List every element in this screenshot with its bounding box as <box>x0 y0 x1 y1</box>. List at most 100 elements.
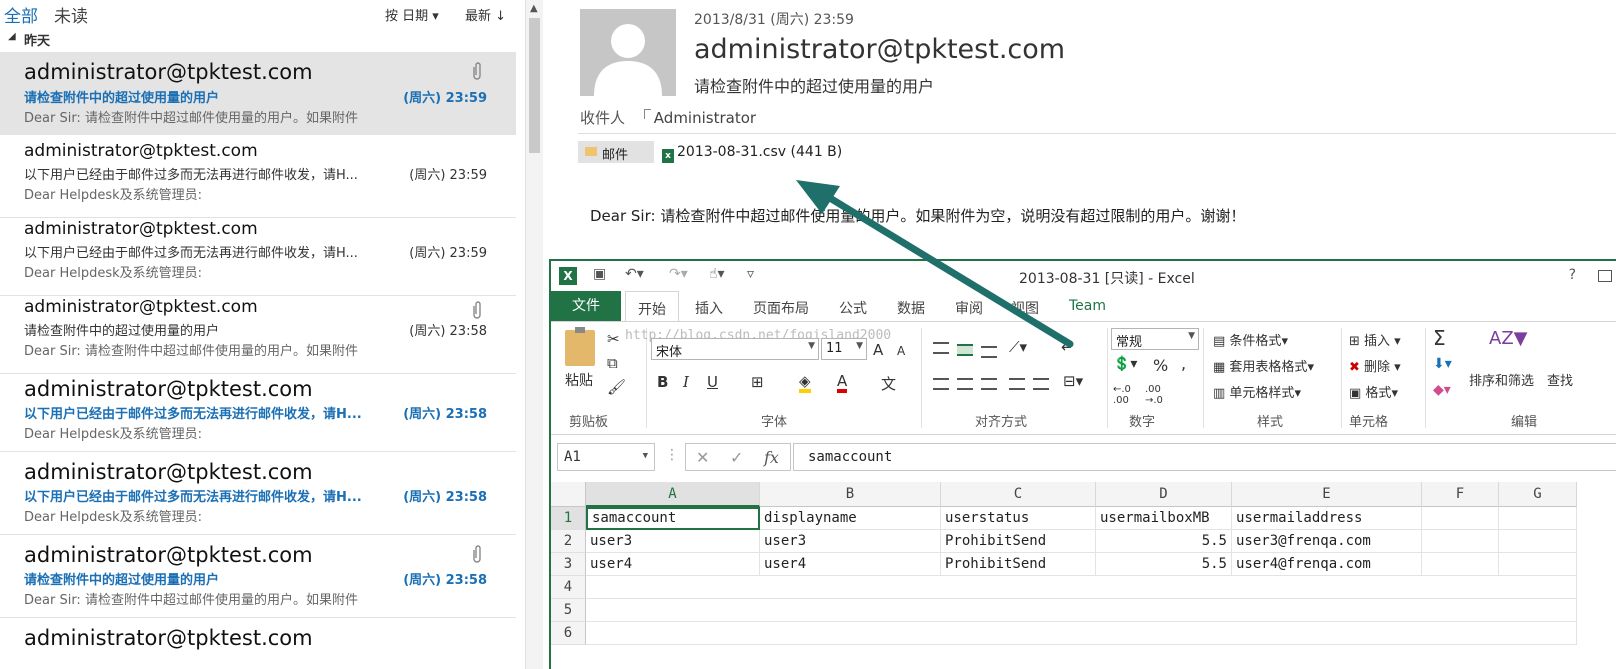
empty-row[interactable] <box>586 599 1577 622</box>
tab-review[interactable]: 审阅 <box>955 298 983 318</box>
accounting-format-icon[interactable]: 💲▾ <box>1113 356 1137 372</box>
center-align-icon[interactable] <box>957 378 973 390</box>
mail-list-item[interactable]: administrator@tpktest.com 请检查附件中的超过使用量的用… <box>0 52 516 135</box>
phonetic-icon[interactable]: 文 <box>881 373 896 394</box>
scroll-up-arrow-icon[interactable]: ▲ <box>530 3 538 14</box>
empty-row[interactable] <box>586 576 1577 599</box>
paste-icon[interactable] <box>565 327 595 366</box>
copy-icon[interactable]: ⧉ <box>607 354 618 372</box>
mail-list-item[interactable]: administrator@tpktest.com 以下用户已经由于邮件过多而无… <box>0 452 516 535</box>
increase-font-icon[interactable]: A <box>873 341 883 359</box>
cell-b2[interactable]: user3 <box>760 530 941 553</box>
decrease-font-icon[interactable]: A <box>897 344 905 358</box>
select-all-corner[interactable] <box>551 482 586 507</box>
autosum-icon[interactable]: Σ <box>1433 326 1446 350</box>
empty-cell[interactable] <box>1499 507 1577 530</box>
sort-order-button[interactable]: 最新 ↓ <box>465 5 506 24</box>
tab-page-layout[interactable]: 页面布局 <box>753 298 809 318</box>
insert-function-icon[interactable]: fx <box>764 448 779 467</box>
row-header[interactable]: 3 <box>551 553 586 576</box>
cell-e2[interactable]: user3@frenqa.com <box>1232 530 1422 553</box>
bold-button[interactable]: B <box>657 373 668 391</box>
empty-row[interactable] <box>586 622 1577 645</box>
find-select-button[interactable]: 查找 <box>1547 370 1573 389</box>
row-header[interactable]: 6 <box>551 622 586 645</box>
fill-down-icon[interactable]: ⬇▾ <box>1433 356 1452 372</box>
increase-decimal-icon[interactable]: ←.0.00 <box>1113 384 1131 406</box>
paste-button[interactable]: 粘贴 <box>565 370 593 390</box>
touch-mode-icon[interactable]: ☝▾ <box>709 266 725 282</box>
cell-d1[interactable]: usermailboxMB <box>1096 507 1232 530</box>
column-header[interactable]: G <box>1499 482 1577 507</box>
message-sender[interactable]: administrator@tpktest.com <box>694 34 1065 65</box>
cell-b1[interactable]: displayname <box>760 507 941 530</box>
left-align-icon[interactable] <box>933 378 949 390</box>
column-header[interactable]: B <box>760 482 941 507</box>
empty-cell[interactable] <box>1499 530 1577 553</box>
mail-list-item[interactable]: administrator@tpktest.com 以下用户已经由于邮件过多而无… <box>0 213 516 296</box>
tab-formulas[interactable]: 公式 <box>839 298 867 318</box>
row-header[interactable]: 1 <box>551 507 586 530</box>
top-align-icon[interactable] <box>933 342 949 354</box>
tab-team[interactable]: Team <box>1069 298 1106 314</box>
mail-list-item[interactable]: administrator@tpktest.com 以下用户已经由于邮件过多而无… <box>0 135 516 218</box>
cell-c3[interactable]: ProhibitSend <box>941 553 1096 576</box>
cell-d3[interactable]: 5.5 <box>1096 553 1232 576</box>
sort-filter-button[interactable]: 排序和筛选 <box>1469 370 1534 389</box>
filter-all-tab[interactable]: 全部 <box>4 2 38 27</box>
right-align-icon[interactable] <box>981 378 997 390</box>
conditional-format-button[interactable]: ▤ 条件格式▾ <box>1213 330 1288 349</box>
merge-center-icon[interactable]: ⊟▾ <box>1063 372 1083 390</box>
format-as-table-button[interactable]: ▦ 套用表格格式▾ <box>1213 356 1314 375</box>
cell-styles-button[interactable]: ▥ 单元格样式▾ <box>1213 382 1301 401</box>
font-size-combo[interactable]: 11 ▼ <box>821 338 867 360</box>
group-header-yesterday[interactable]: ◢ 昨天 <box>0 28 516 50</box>
decrease-decimal-icon[interactable]: .00 →.0 <box>1145 384 1163 406</box>
percent-icon[interactable]: % <box>1153 356 1168 375</box>
formula-input[interactable]: samaccount <box>793 443 1616 471</box>
scroll-thumb[interactable] <box>529 18 540 153</box>
cell-c2[interactable]: ProhibitSend <box>941 530 1096 553</box>
filter-unread-tab[interactable]: 未读 <box>54 2 88 27</box>
format-cells-button[interactable]: ▣ 格式▾ <box>1349 382 1398 401</box>
tab-insert[interactable]: 插入 <box>695 298 723 318</box>
mail-list-item[interactable]: administrator@tpktest.com 以下用户已经由于邮件过多而无… <box>0 369 516 452</box>
orientation-icon[interactable]: ⟋▾ <box>1009 338 1027 356</box>
message-list-scrollbar[interactable]: ▲ <box>525 0 543 669</box>
message-chip[interactable]: 邮件 <box>578 141 654 163</box>
italic-button[interactable]: I <box>683 373 689 391</box>
save-icon[interactable]: ▣ <box>593 266 606 282</box>
comma-icon[interactable]: , <box>1181 354 1186 373</box>
tab-data[interactable]: 数据 <box>897 298 925 318</box>
column-header[interactable]: E <box>1232 482 1422 507</box>
cell-e3[interactable]: user4@frenqa.com <box>1232 553 1422 576</box>
fill-color-icon[interactable]: ◈ <box>799 373 811 393</box>
decrease-indent-icon[interactable] <box>1009 378 1025 390</box>
middle-align-icon[interactable] <box>957 344 973 356</box>
column-header[interactable]: F <box>1422 482 1499 507</box>
cell-e1[interactable]: usermailaddress <box>1232 507 1422 530</box>
tab-view[interactable]: 视图 <box>1011 298 1039 318</box>
name-box[interactable]: A1 ▼ <box>557 443 655 471</box>
mail-list-item[interactable]: administrator@tpktest.com <box>0 618 516 669</box>
format-painter-icon[interactable]: 🖌 <box>607 378 626 396</box>
tab-file[interactable]: 文件 <box>551 291 621 321</box>
delete-cells-button[interactable]: ✖ 删除 ▾ <box>1349 356 1401 375</box>
insert-cells-button[interactable]: ⊞ 插入 ▾ <box>1349 330 1401 349</box>
tab-home[interactable]: 开始 <box>625 291 679 322</box>
cell-b3[interactable]: user4 <box>760 553 941 576</box>
clear-icon[interactable]: ◆▾ <box>1433 382 1451 398</box>
font-color-icon[interactable]: A <box>837 373 848 393</box>
attachment-csv[interactable]: x 2013-08-31.csv (441 B) <box>662 144 842 163</box>
empty-cell[interactable] <box>1422 553 1499 576</box>
wrap-text-icon[interactable]: ↵ <box>1061 338 1074 356</box>
redo-icon[interactable]: ↷▾ <box>669 266 688 282</box>
cancel-icon[interactable]: ✕ <box>696 448 709 467</box>
cell-a2[interactable]: user3 <box>586 530 760 553</box>
sort-filter-icon[interactable]: AZ▼ <box>1489 328 1528 349</box>
underline-button[interactable]: U <box>707 373 718 391</box>
cell-a1[interactable]: samaccount <box>586 507 760 530</box>
mail-list-item[interactable]: administrator@tpktest.com 请检查附件中的超过使用量的用… <box>0 291 516 374</box>
increase-indent-icon[interactable] <box>1033 378 1049 390</box>
row-header[interactable]: 4 <box>551 576 586 599</box>
